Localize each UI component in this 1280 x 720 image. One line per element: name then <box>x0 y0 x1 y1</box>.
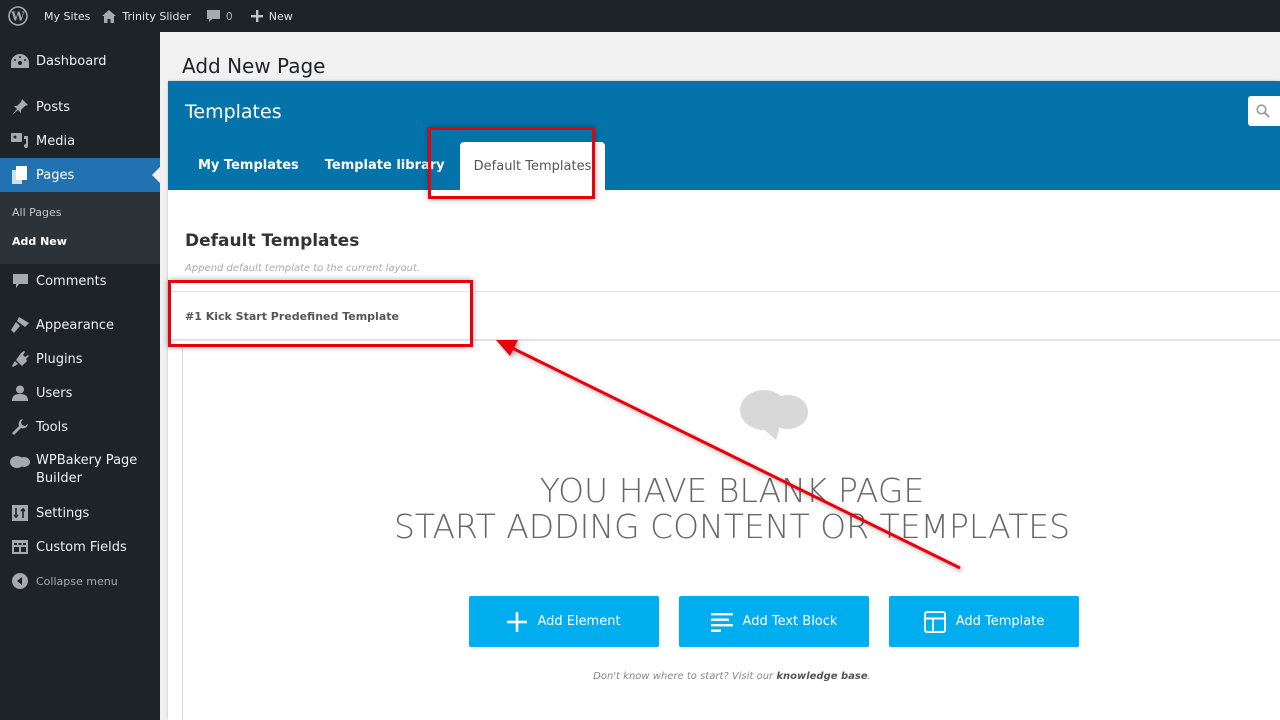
sidebar-item-dashboard[interactable]: Dashboard <box>0 44 160 78</box>
help-suffix: . <box>867 671 871 682</box>
sidebar-item-label: Custom Fields <box>36 539 127 555</box>
blank-line-1: YOU HAVE BLANK PAGE <box>539 471 925 510</box>
sidebar-item-media[interactable]: Media <box>0 124 160 158</box>
comment-bubble-icon <box>206 9 220 23</box>
add-text-block-button[interactable]: Add Text Block <box>679 596 869 647</box>
modal-title: Templates <box>185 101 282 123</box>
sidebar-item-label: WPBakery Page Builder <box>36 453 138 486</box>
wordpress-logo-icon: W <box>8 6 28 26</box>
blank-page-area: YOU HAVE BLANK PAGE START ADDING CONTENT… <box>182 343 1280 720</box>
blank-actions: Add Element Add Text Block Add Template <box>469 596 1079 647</box>
templates-modal: Templates My Templates Template library … <box>168 81 1280 720</box>
my-sites-link[interactable]: My Sites <box>34 0 96 32</box>
sidebar-item-pages[interactable]: Pages <box>0 158 160 192</box>
admin-bar: W My Sites Trinity Slider 0 New <box>0 0 1280 32</box>
plus-icon <box>507 611 528 632</box>
add-template-button[interactable]: Add Template <box>889 596 1079 647</box>
comments-count: 0 <box>225 9 233 23</box>
plugin-icon <box>10 349 30 369</box>
sidebar-item-label: Settings <box>36 505 90 521</box>
blank-line-2: START ADDING CONTENT OR TEMPLATES <box>393 507 1071 546</box>
dashboard-icon <box>10 51 30 71</box>
search-icon <box>1256 104 1270 118</box>
pages-submenu: All Pages Add New <box>0 192 160 264</box>
sidebar-item-custom-fields[interactable]: Custom Fields <box>0 530 160 564</box>
modal-header: Templates My Templates Template library … <box>168 81 1280 190</box>
wordpress-logo-button[interactable]: W <box>2 0 34 32</box>
add-element-label: Add Element <box>537 614 621 629</box>
sidebar-item-plugins[interactable]: Plugins <box>0 342 160 376</box>
wpbakery-icon <box>10 452 30 472</box>
custom-fields-icon <box>10 537 30 557</box>
section-title: Default Templates <box>185 231 360 251</box>
plus-icon <box>250 10 263 22</box>
user-icon <box>10 383 30 403</box>
svg-text:W: W <box>10 10 25 24</box>
tab-my-templates[interactable]: My Templates <box>185 141 312 190</box>
add-element-button[interactable]: Add Element <box>469 596 659 647</box>
sidebar-item-label: Comments <box>36 273 107 289</box>
sidebar-item-settings[interactable]: Settings <box>0 496 160 530</box>
settings-icon <box>10 503 30 523</box>
sidebar-item-label: Posts <box>36 99 70 115</box>
sidebar-item-label: Media <box>36 133 76 149</box>
wpbakery-logo-icon <box>740 388 810 444</box>
comment-icon <box>10 271 30 291</box>
site-name-link[interactable]: Trinity Slider <box>96 0 196 32</box>
collapse-menu-button[interactable]: Collapse menu <box>0 564 160 598</box>
template-search-input[interactable] <box>1248 96 1280 126</box>
site-name-label: Trinity Slider <box>122 9 191 23</box>
knowledge-base-link[interactable]: knowledge base <box>776 671 867 682</box>
home-icon <box>102 9 117 23</box>
my-sites-label: My Sites <box>44 9 91 23</box>
comments-link[interactable]: 0 <box>201 0 239 32</box>
wrench-icon <box>10 417 30 437</box>
new-label: New <box>268 9 293 23</box>
add-template-label: Add Template <box>955 614 1045 629</box>
submenu-all-pages[interactable]: All Pages <box>0 198 160 227</box>
add-text-block-label: Add Text Block <box>742 614 838 629</box>
annotation-box-template <box>168 280 473 347</box>
sidebar-item-posts[interactable]: Posts <box>0 90 160 124</box>
collapse-arrow-icon <box>10 571 30 591</box>
sidebar-item-comments[interactable]: Comments <box>0 264 160 298</box>
sidebar-item-users[interactable]: Users <box>0 376 160 410</box>
pin-icon <box>10 97 30 117</box>
help-text: Don't know where to start? Visit our kno… <box>183 671 1280 682</box>
annotation-box-tab <box>428 127 595 199</box>
template-layout-icon <box>923 610 946 633</box>
sidebar-item-tools[interactable]: Tools <box>0 410 160 444</box>
text-lines-icon <box>710 612 733 632</box>
submenu-add-new[interactable]: Add New <box>0 227 160 256</box>
sidebar-item-label: Plugins <box>36 351 83 367</box>
sidebar-item-label: Appearance <box>36 317 115 333</box>
new-content-link[interactable]: New <box>245 0 299 32</box>
help-prefix: Don't know where to start? Visit our <box>593 671 777 682</box>
blank-page-heading: YOU HAVE BLANK PAGE START ADDING CONTENT… <box>183 473 1280 545</box>
sidebar-item-appearance[interactable]: Appearance <box>0 308 160 342</box>
sidebar-item-label: Pages <box>36 167 75 183</box>
section-description: Append default template to the current l… <box>185 263 421 274</box>
sidebar-item-label: Dashboard <box>36 53 107 69</box>
sidebar-item-wpbakery[interactable]: WPBakery Page Builder <box>0 444 160 496</box>
media-icon <box>10 131 30 151</box>
collapse-menu-label: Collapse menu <box>36 574 118 588</box>
pages-icon <box>10 165 30 185</box>
paintbrush-icon <box>10 315 30 335</box>
page-title: Add New Page <box>182 54 326 78</box>
sidebar-item-label: Tools <box>36 419 69 435</box>
sidebar-item-label: Users <box>36 385 73 401</box>
admin-sidebar: Dashboard Posts Media Pages All Pages Ad… <box>0 32 160 720</box>
